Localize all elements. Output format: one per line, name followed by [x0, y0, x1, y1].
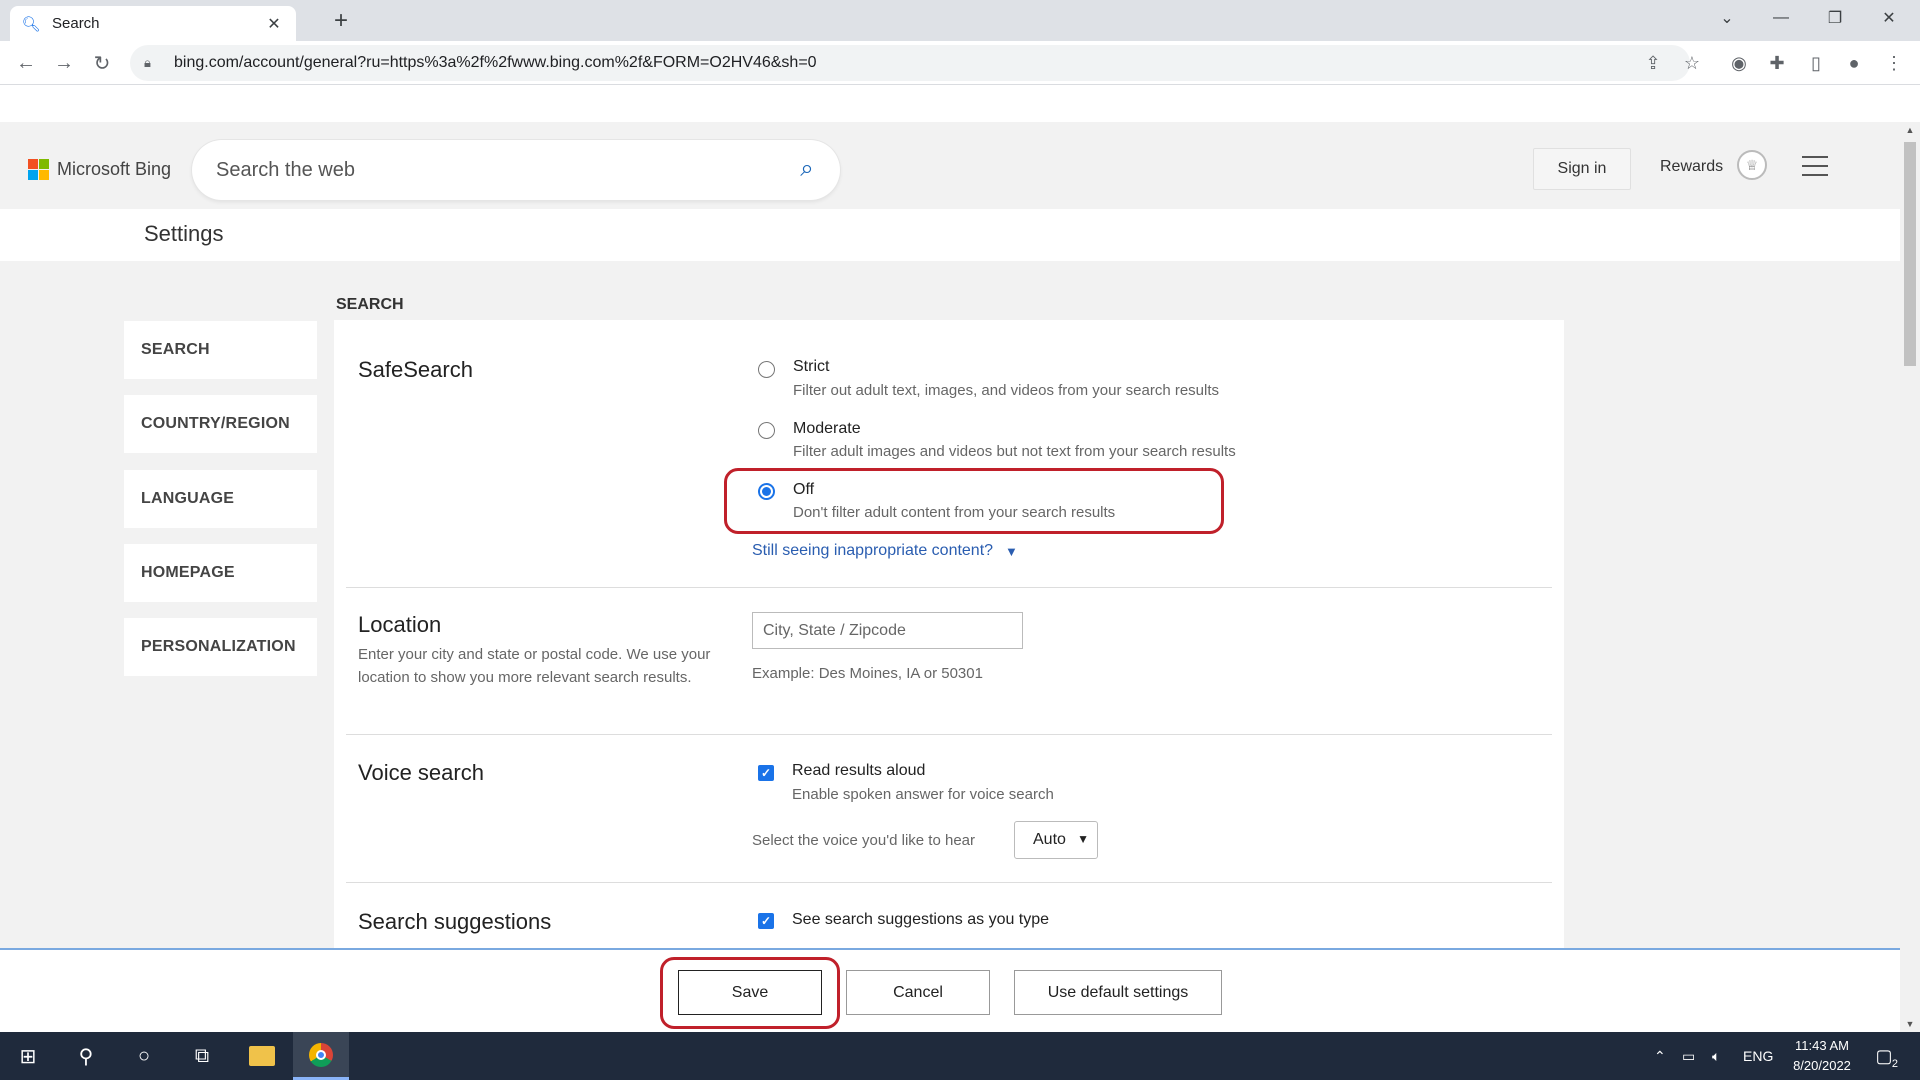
cancel-button[interactable]: Cancel	[846, 970, 990, 1015]
browser-toolbar: ← → ↻ 🔒︎ bing.com/account/general?ru=htt…	[0, 41, 1920, 85]
windows-start-icon[interactable]: ⊞	[0, 1032, 56, 1080]
chevron-down-icon: ▼	[1005, 543, 1018, 559]
file-explorer-icon[interactable]	[234, 1032, 290, 1080]
search-favicon-icon: 🔍︎	[21, 15, 41, 33]
windows-taskbar: ⊞ ⚲ ○ ⧉ ⌃ ▭ 🔈︎ ENG 11:43 AM 8/20/2022 ▢ 2	[0, 1032, 1920, 1080]
search-box: ⌕	[192, 140, 840, 200]
address-bar[interactable]: 🔒︎ bing.com/account/general?ru=https%3a%…	[130, 45, 1690, 81]
microsoft-bing-logo[interactable]: Microsoft Bing	[28, 159, 171, 180]
sidebar-item-language[interactable]: LANGUAGE	[124, 470, 317, 528]
scroll-up-arrow-icon[interactable]: ▲	[1900, 122, 1920, 138]
section-label: SEARCH	[336, 296, 404, 313]
scroll-down-arrow-icon[interactable]: ▼	[1900, 1016, 1920, 1032]
microsoft-logo-icon	[28, 159, 49, 180]
cortana-icon[interactable]: ○	[116, 1032, 172, 1080]
option-moderate-desc: Filter adult images and videos but not t…	[793, 443, 1236, 460]
divider	[346, 734, 1552, 735]
sidebar-item-homepage[interactable]: HOMEPAGE	[124, 544, 317, 602]
lock-icon: 🔒︎	[144, 55, 151, 70]
tab-title: Search	[52, 15, 100, 32]
clock-date: 8/20/2022	[1793, 1058, 1851, 1073]
search-suggestions-label: See search suggestions as you type	[792, 911, 1050, 928]
divider	[346, 587, 1552, 588]
chevron-down-icon: ▼	[1077, 832, 1089, 846]
voice-select[interactable]: Auto ▼	[1014, 821, 1098, 859]
search-icon[interactable]: ⌕	[792, 154, 822, 184]
clock-time: 11:43 AM	[1795, 1038, 1849, 1053]
action-bar: Save Cancel Use default settings	[0, 948, 1900, 1032]
network-icon[interactable]: ▭	[1682, 1032, 1695, 1080]
sidebar-item-search[interactable]: SEARCH	[124, 321, 317, 379]
volume-icon[interactable]: 🔈︎	[1712, 1032, 1720, 1080]
clock[interactable]: 11:43 AM 8/20/2022	[1784, 1036, 1860, 1076]
voice-select-label: Select the voice you'd like to hear	[752, 832, 975, 849]
puzzle-extensions-icon[interactable]: ✚	[1761, 47, 1793, 79]
window-close-icon[interactable]: ✕	[1862, 0, 1916, 36]
settings-bar: Settings	[0, 209, 1900, 261]
search-suggestions-checkbox[interactable]: ✓	[758, 913, 774, 929]
side-panel-icon[interactable]: ▯	[1800, 47, 1832, 79]
scroll-thumb[interactable]	[1904, 142, 1916, 366]
tab-search-icon[interactable]: ⌄	[1700, 0, 1754, 36]
still-seeing-text: Still seeing inappropriate content?	[752, 542, 994, 559]
read-results-aloud-checkbox[interactable]: ✓	[758, 765, 774, 781]
bookmark-star-icon[interactable]: ☆	[1676, 47, 1708, 79]
radio-strict[interactable]	[758, 361, 775, 378]
option-strict-label: Strict	[793, 358, 830, 375]
use-default-settings-button[interactable]: Use default settings	[1014, 970, 1222, 1015]
location-title: Location	[358, 612, 442, 637]
forward-icon[interactable]: →	[48, 47, 80, 79]
new-tab-button[interactable]: +	[326, 6, 356, 36]
tab-close-icon[interactable]: ✕	[264, 14, 284, 34]
search-suggestions-title: Search suggestions	[358, 909, 552, 934]
option-moderate-label: Moderate	[793, 420, 861, 437]
bing-header: Microsoft Bing ⌕ Sign in Rewards ♕	[0, 122, 1900, 209]
page-scrollbar[interactable]: ▲ ▼	[1900, 122, 1920, 1032]
location-desc: Enter your city and state or postal code…	[358, 646, 711, 686]
sign-in-button[interactable]: Sign in	[1533, 148, 1631, 190]
rewards-link[interactable]: Rewards	[1660, 158, 1723, 176]
url-text: bing.com/account/general?ru=https%3a%2f%…	[174, 54, 817, 71]
language-indicator[interactable]: ENG	[1743, 1032, 1773, 1080]
back-icon[interactable]: ←	[10, 47, 42, 79]
chrome-taskbar-icon[interactable]	[293, 1032, 349, 1080]
tray-chevron-icon[interactable]: ⌃	[1654, 1032, 1666, 1080]
voice-search-title: Voice search	[358, 760, 484, 785]
safesearch-title: SafeSearch	[358, 357, 473, 382]
highlight-off-option	[724, 468, 1224, 534]
search-input[interactable]	[216, 158, 776, 182]
still-seeing-link[interactable]: Still seeing inappropriate content? ▼	[752, 542, 1018, 560]
voice-select-value: Auto	[1033, 831, 1066, 848]
highlight-save-button	[660, 957, 840, 1029]
rewards-trophy-icon[interactable]: ♕	[1737, 150, 1767, 180]
read-results-aloud-desc: Enable spoken answer for voice search	[792, 786, 1054, 803]
sidebar-item-country-region[interactable]: COUNTRY/REGION	[124, 395, 317, 453]
hamburger-menu-icon[interactable]	[1802, 156, 1828, 176]
read-results-aloud-label: Read results aloud	[792, 762, 926, 779]
browser-tab[interactable]: 🔍︎ Search ✕	[10, 6, 296, 41]
location-input[interactable]	[752, 612, 1023, 649]
chrome-menu-icon[interactable]: ⋮	[1878, 47, 1910, 79]
radio-moderate[interactable]	[758, 422, 775, 439]
share-icon[interactable]: ⇪	[1637, 47, 1669, 79]
location-example: Example: Des Moines, IA or 50301	[752, 665, 983, 682]
profile-avatar-icon[interactable]: ●	[1838, 47, 1870, 79]
browser-tab-bar: 🔍︎ Search ✕ + ⌄ — ❐ ✕	[0, 0, 1920, 41]
option-strict-desc: Filter out adult text, images, and video…	[793, 382, 1220, 399]
notifications-icon[interactable]: ▢ 2	[1870, 1042, 1898, 1071]
notification-count: 2	[1891, 1058, 1898, 1070]
brand-name: Microsoft Bing	[57, 159, 172, 179]
restore-icon[interactable]: ❐	[1808, 0, 1862, 36]
divider	[346, 882, 1552, 883]
search-icon[interactable]: ⚲	[58, 1032, 114, 1080]
reload-icon[interactable]: ↻	[86, 47, 118, 79]
extension-icon[interactable]: ◉	[1723, 47, 1755, 79]
page-title: Settings	[144, 221, 224, 246]
task-view-icon[interactable]: ⧉	[174, 1032, 230, 1080]
sidebar-item-personalization[interactable]: PERSONALIZATION	[124, 618, 317, 676]
minimize-icon[interactable]: —	[1754, 0, 1808, 36]
